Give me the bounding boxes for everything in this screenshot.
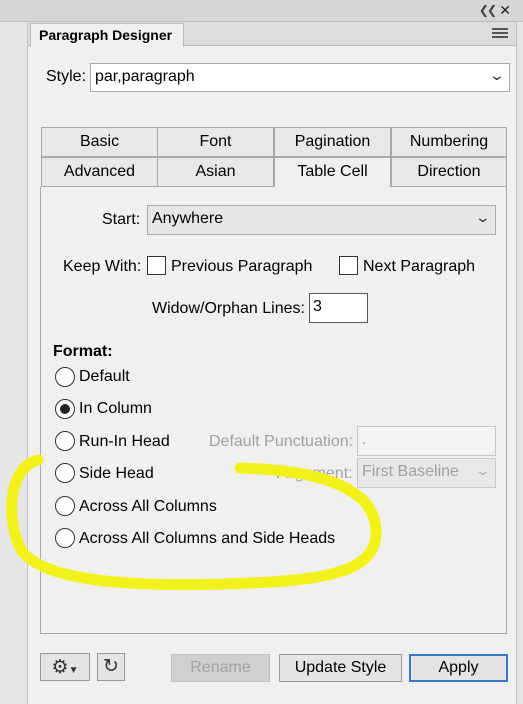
tab-pagination[interactable]: Pagination (274, 127, 391, 157)
keep-with-label: Keep With: (63, 258, 142, 275)
hamburger-icon[interactable] (492, 28, 508, 40)
format-radio-default[interactable] (55, 367, 75, 387)
start-label: Start: (102, 211, 141, 228)
gear-menu-button[interactable]: ⚙▼ (40, 653, 90, 681)
format-label: Format: (53, 343, 113, 360)
tab-numbering[interactable]: Numbering (391, 127, 507, 157)
start-select[interactable]: Anywhere ⌄ (147, 205, 496, 235)
keep-next-checkbox[interactable] (339, 256, 358, 275)
format-option-label: In Column (79, 400, 152, 417)
rename-button[interactable]: Rename (171, 654, 270, 682)
format-option-label: Across All Columns and Side Heads (79, 530, 336, 547)
tab-font[interactable]: Font (157, 127, 274, 157)
tab-advanced[interactable]: Advanced (41, 157, 158, 187)
tab-direction[interactable]: Direction (391, 157, 507, 187)
refresh-button[interactable]: ↻ (97, 653, 125, 681)
alignment-select: First Baseline ⌄ (357, 458, 496, 488)
refresh-icon: ↻ (103, 656, 119, 677)
right-dock-strip (516, 22, 523, 704)
format-radio-in-column[interactable] (55, 399, 75, 419)
keep-previous-checkbox[interactable] (147, 256, 166, 275)
update-style-button[interactable]: Update Style (279, 654, 402, 682)
panel-title-tab[interactable]: Paragraph Designer (30, 23, 184, 47)
format-option-label: Side Head (79, 465, 154, 482)
double-chevron-icon[interactable]: ❮❮ (479, 3, 497, 17)
chevron-down-icon: ⌄ (488, 67, 506, 83)
style-label: Style: (46, 68, 87, 85)
alignment-label: Alignment: (277, 465, 353, 482)
default-punctuation-input: . (357, 426, 496, 456)
default-punctuation-label: Default Punctuation: (209, 433, 354, 450)
widow-orphan-label: Widow/Orphan Lines: (152, 300, 305, 317)
close-icon[interactable]: ✕ (499, 2, 511, 19)
window-top-bar (0, 0, 523, 22)
gear-icon: ⚙ (51, 657, 69, 678)
apply-button[interactable]: Apply (409, 654, 508, 682)
chevron-down-icon: ⌄ (474, 209, 492, 225)
format-radio-run-in-head[interactable] (55, 431, 75, 451)
tab-asian[interactable]: Asian (157, 157, 274, 187)
style-select[interactable]: par,paragraph ⌄ (90, 63, 510, 92)
format-radio-side-head[interactable] (55, 463, 75, 483)
keep-previous-label: Previous Paragraph (171, 258, 313, 275)
format-radio-across-columns-side-heads[interactable] (55, 528, 75, 548)
format-option-label: Default (79, 368, 130, 385)
widow-orphan-input[interactable]: 3 (309, 293, 368, 323)
tab-table-cell[interactable]: Table Cell (274, 157, 391, 188)
tab-basic[interactable]: Basic (41, 127, 158, 157)
keep-next-label: Next Paragraph (363, 258, 476, 275)
format-radio-across-all-columns[interactable] (55, 496, 75, 516)
radio-selected-dot (60, 404, 70, 414)
format-option-label: Across All Columns (79, 498, 217, 515)
alignment-value: First Baseline (362, 463, 459, 480)
start-value: Anywhere (152, 210, 224, 227)
left-dock-strip (0, 22, 28, 704)
format-option-label: Run-In Head (79, 433, 170, 450)
style-value: par,paragraph (95, 68, 195, 85)
chevron-down-icon: ⌄ (474, 462, 492, 478)
